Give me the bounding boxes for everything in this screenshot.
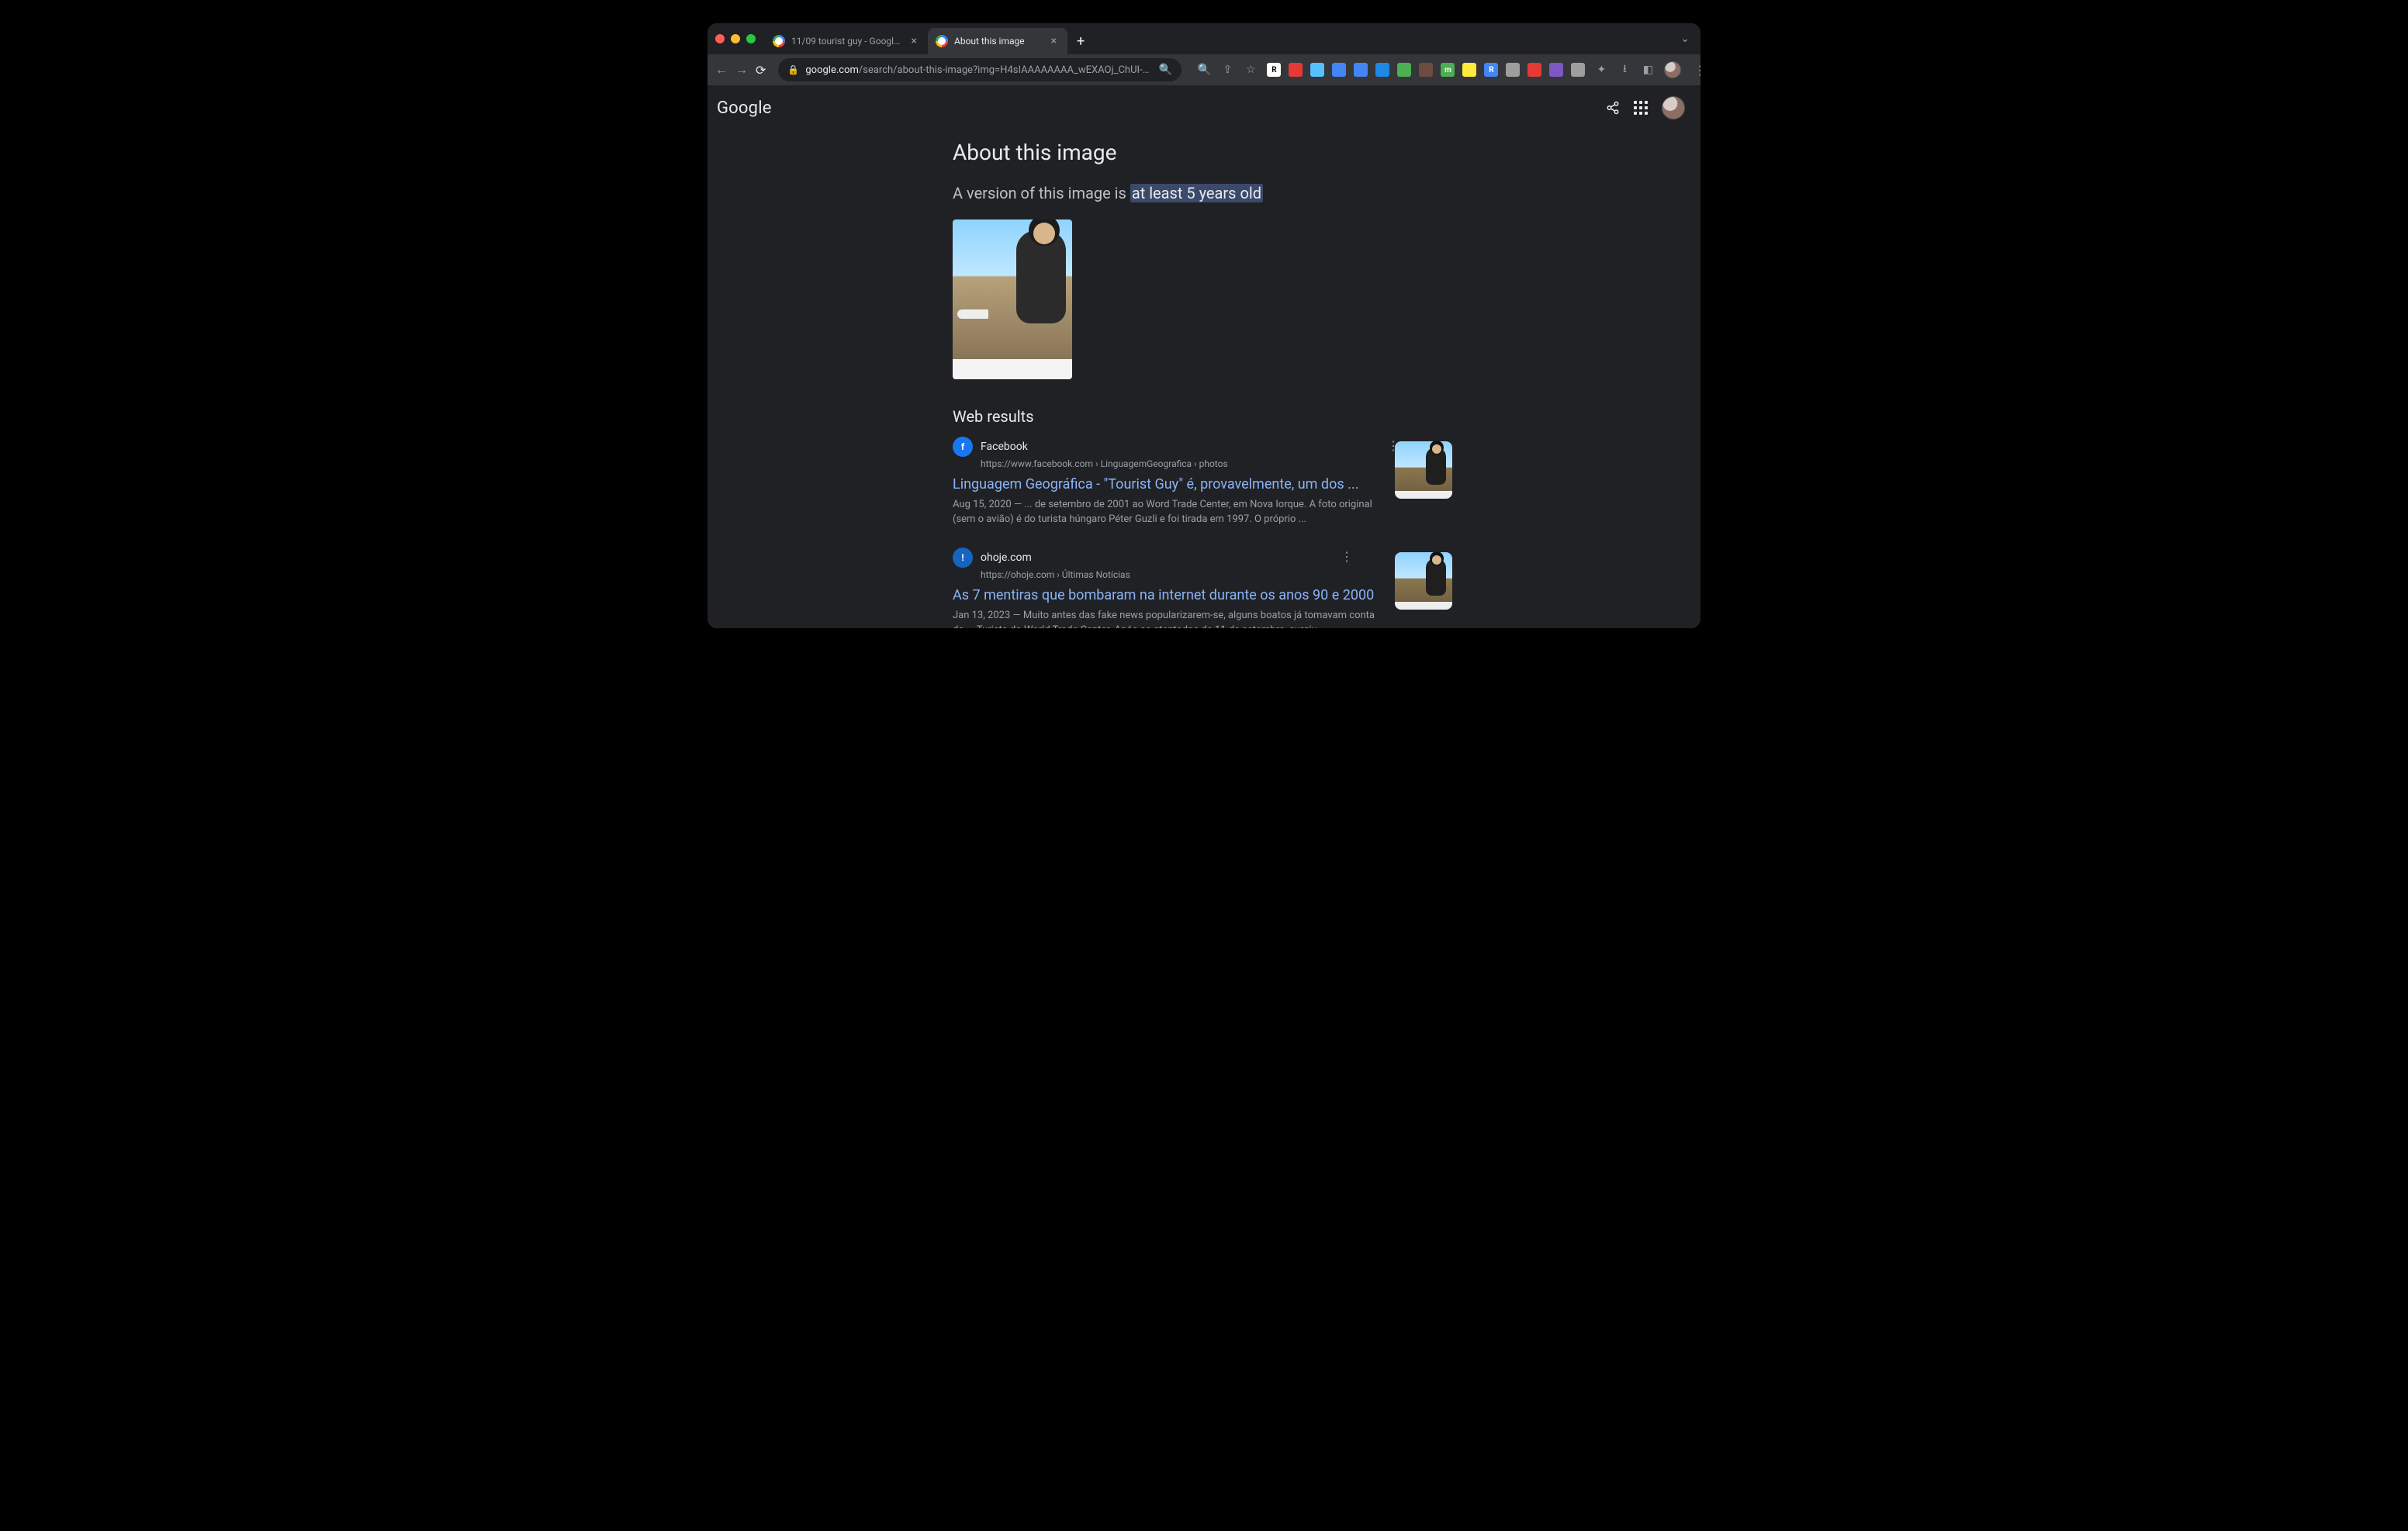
- page-title: About this image: [953, 140, 1483, 165]
- extension-icon[interactable]: [1332, 63, 1346, 77]
- google-logo[interactable]: Google: [717, 98, 772, 118]
- extension-icon[interactable]: [1310, 63, 1324, 77]
- result-site: ohoje.com: [981, 551, 1032, 564]
- extension-icon[interactable]: [1354, 63, 1368, 77]
- google-bar: Google: [708, 85, 1700, 124]
- new-tab-button[interactable]: +: [1067, 33, 1094, 50]
- google-apps-icon[interactable]: [1634, 101, 1648, 115]
- highlighted-age: at least 5 years old: [1130, 184, 1263, 202]
- close-window-button[interactable]: [715, 34, 725, 43]
- share-icon[interactable]: [1606, 101, 1620, 115]
- window-controls: [715, 34, 756, 43]
- profile-avatar[interactable]: [1664, 61, 1681, 78]
- main-column: About this image A version of this image…: [708, 124, 1483, 628]
- web-results-heading: Web results: [953, 407, 1483, 426]
- extension-icon[interactable]: [1462, 63, 1476, 77]
- result-thumbnail[interactable]: [1395, 441, 1452, 499]
- tab-1[interactable]: About this image ×: [928, 28, 1067, 54]
- extension-icon[interactable]: [1571, 63, 1585, 77]
- extension-icon[interactable]: [1419, 63, 1433, 77]
- result-favicon-icon: f: [953, 437, 973, 457]
- extensions-puzzle-icon[interactable]: ✦: [1594, 63, 1608, 77]
- result-title-link[interactable]: As 7 mentiras que bombaram na internet d…: [953, 586, 1387, 604]
- google-actions: [1606, 96, 1685, 119]
- extension-icon[interactable]: [1289, 63, 1303, 77]
- extension-icon[interactable]: [1375, 63, 1389, 77]
- lens-icon[interactable]: 🔍: [1197, 63, 1211, 77]
- page-content: Google: [708, 85, 1700, 628]
- toolbar-icons: 🔍 ⇪ ☆ R m R: [1197, 61, 1700, 78]
- plane-shape-icon: [957, 309, 988, 319]
- share-page-icon[interactable]: ⇪: [1220, 63, 1234, 77]
- image-age-statement: A version of this image is at least 5 ye…: [953, 184, 1483, 202]
- browser-window: 11/09 tourist guy - Google Sea × About t…: [708, 23, 1700, 628]
- extension-icon[interactable]: R: [1267, 63, 1281, 77]
- tab-list-chevron-icon[interactable]: ⌄: [1680, 33, 1690, 45]
- sidepanel-icon[interactable]: ◧: [1641, 63, 1655, 77]
- minimize-window-button[interactable]: [731, 34, 740, 43]
- tab-favicon-icon: [936, 35, 948, 47]
- railing-shape: [953, 359, 1072, 379]
- extension-icon[interactable]: [1506, 63, 1520, 77]
- extension-icon[interactable]: [1549, 63, 1563, 77]
- extension-icon[interactable]: R: [1484, 63, 1498, 77]
- fullscreen-window-button[interactable]: [746, 34, 756, 43]
- search-in-page-icon[interactable]: 🔍: [1158, 63, 1172, 77]
- search-result: f Facebook https://www.facebook.com › Li…: [953, 437, 1483, 527]
- tab-title: About this image: [954, 36, 1042, 47]
- tab-title: 11/09 tourist guy - Google Sea: [791, 36, 902, 47]
- omnibox[interactable]: 🔒 google.com/search/about-this-image?img…: [778, 58, 1182, 81]
- tab-close-button[interactable]: ×: [908, 33, 920, 49]
- extension-icon[interactable]: [1397, 63, 1411, 77]
- result-breadcrumb: https://www.facebook.com › LinguagemGeog…: [981, 458, 1387, 469]
- forward-button[interactable]: →: [735, 60, 748, 79]
- chrome-menu-icon[interactable]: ⋮: [1690, 63, 1700, 78]
- bookmark-star-icon[interactable]: ☆: [1244, 63, 1258, 77]
- lock-icon: 🔒: [787, 64, 799, 75]
- tab-favicon-icon: [773, 35, 785, 47]
- reload-button[interactable]: ⟳: [756, 60, 766, 79]
- result-menu-icon[interactable]: ⋮: [1341, 549, 1353, 564]
- result-title-link[interactable]: Linguagem Geográfica - "Tourist Guy" é, …: [953, 475, 1387, 493]
- result-favicon-icon: !: [953, 548, 973, 568]
- search-result: ! ohoje.com https://ohoje.com › Últimas …: [953, 548, 1483, 628]
- result-snippet: Aug 15, 2020 — ... de setembro de 2001 a…: [953, 498, 1387, 527]
- account-avatar[interactable]: [1662, 96, 1685, 119]
- downloads-icon[interactable]: ⭳: [1617, 63, 1631, 77]
- toolbar: ← → ⟳ 🔒 google.com/search/about-this-ima…: [708, 54, 1700, 85]
- result-breadcrumb: https://ohoje.com › Últimas Notícias: [981, 569, 1387, 580]
- extension-icon[interactable]: m: [1441, 63, 1455, 77]
- tab-0[interactable]: 11/09 tourist guy - Google Sea ×: [765, 28, 928, 54]
- back-button[interactable]: ←: [715, 60, 728, 79]
- tab-close-button[interactable]: ×: [1048, 33, 1060, 49]
- subject-image[interactable]: [953, 219, 1072, 379]
- extension-icon[interactable]: [1527, 63, 1541, 77]
- result-site: Facebook: [981, 441, 1028, 453]
- omnibox-url: google.com/search/about-this-image?img=H…: [805, 64, 1152, 76]
- result-thumbnail[interactable]: [1395, 552, 1452, 610]
- result-snippet: Jan 13, 2023 — Muito antes das fake news…: [953, 609, 1387, 628]
- extensions: R m R: [1267, 63, 1585, 77]
- tab-strip: 11/09 tourist guy - Google Sea × About t…: [708, 23, 1700, 54]
